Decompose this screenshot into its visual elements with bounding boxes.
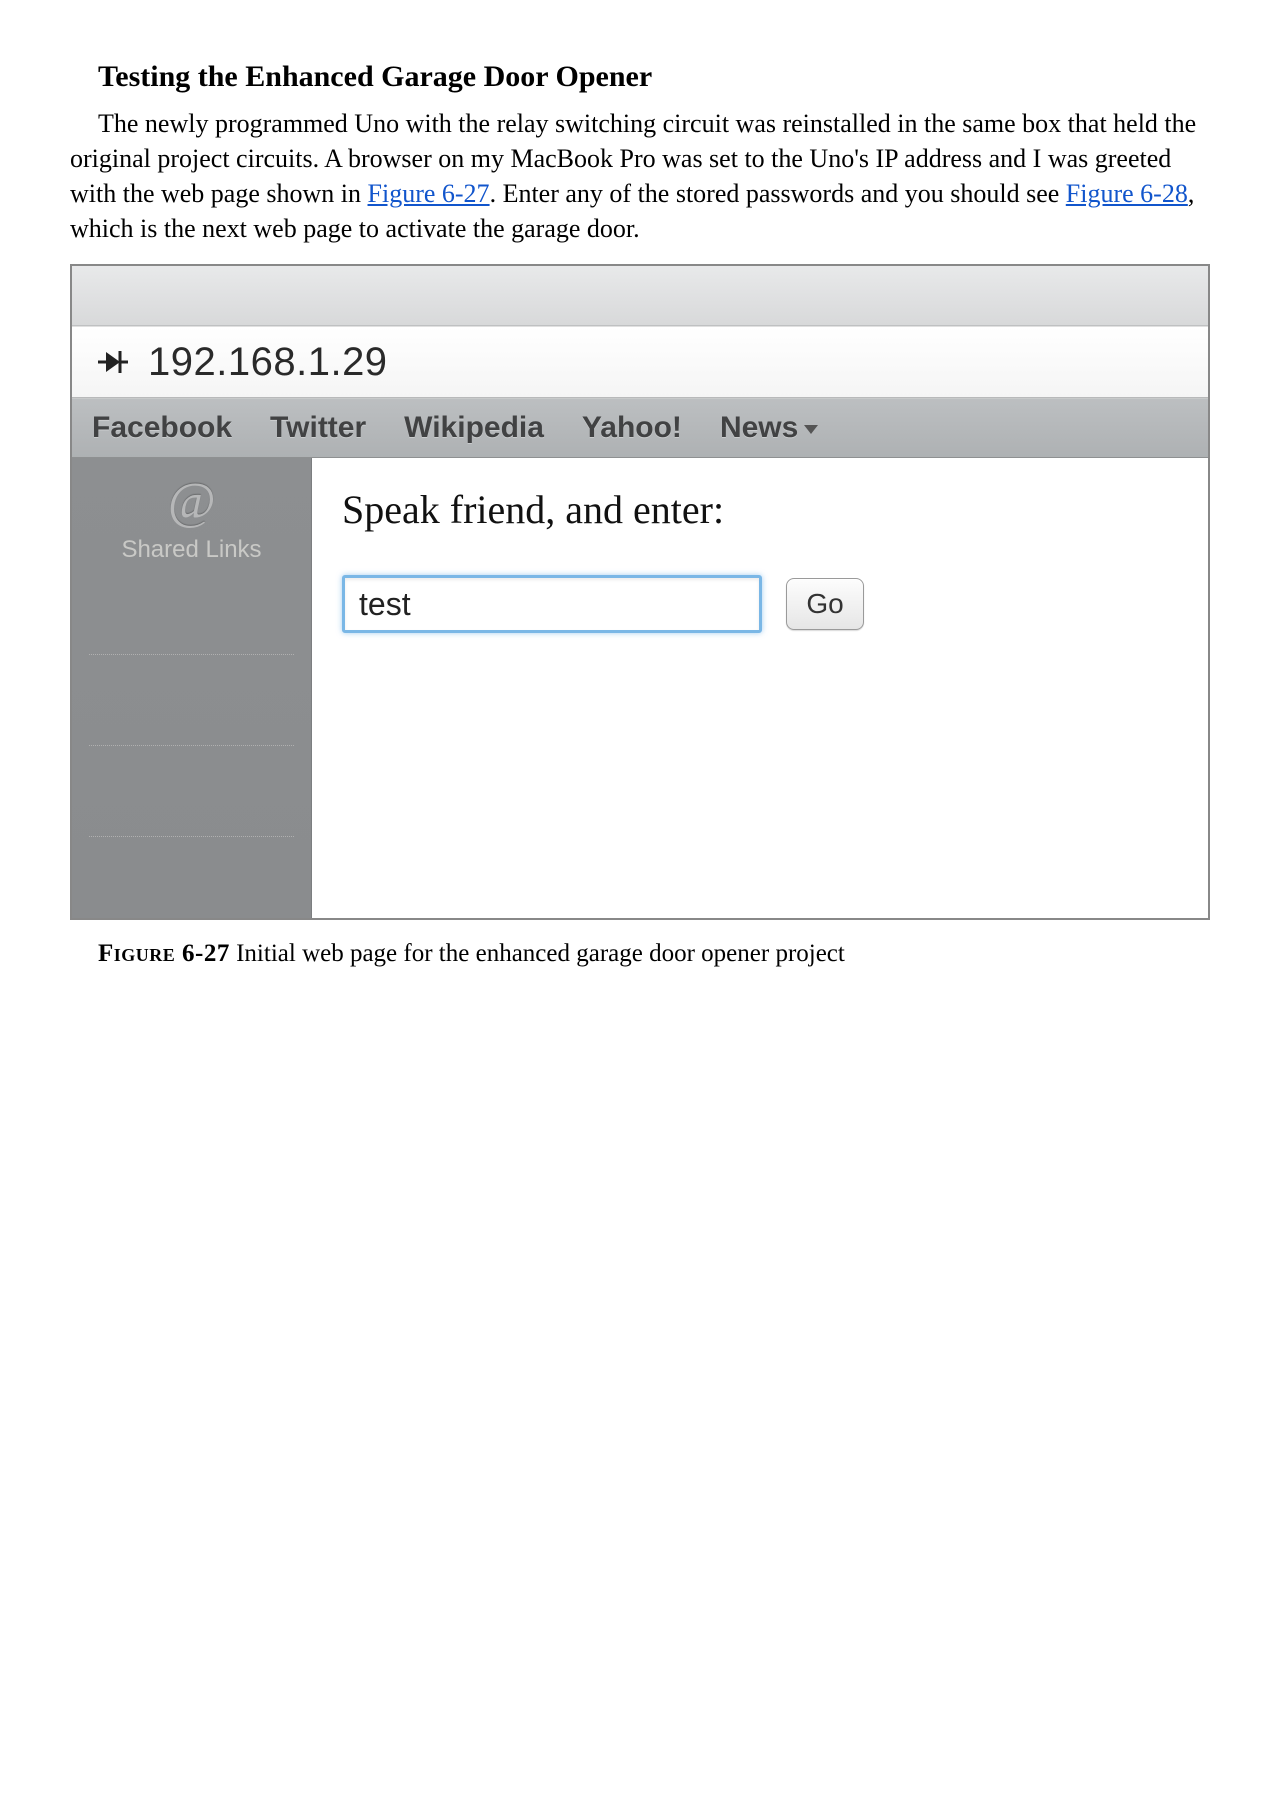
bookmark-wikipedia[interactable]: Wikipedia	[404, 411, 544, 445]
at-icon: @	[168, 476, 216, 528]
browser-url-bar[interactable]: 192.168.1.29	[72, 326, 1208, 398]
bookmark-yahoo[interactable]: Yahoo!	[582, 411, 682, 445]
bookmark-news[interactable]: News	[720, 411, 818, 445]
embedded-web-page: Speak friend, and enter: Go	[312, 458, 1208, 918]
chevron-down-icon	[804, 425, 818, 434]
bookmark-twitter[interactable]: Twitter	[270, 411, 366, 445]
section-heading: Testing the Enhanced Garage Door Opener	[98, 60, 1210, 94]
bookmark-news-label: News	[720, 411, 798, 444]
password-form-row: Go	[342, 575, 1178, 633]
sidebar-separator	[89, 654, 295, 655]
url-text: 192.168.1.29	[148, 340, 388, 385]
figure-number: Figure 6-27	[98, 940, 230, 967]
paragraph-segment-2: . Enter any of the stored passwords and …	[490, 179, 1066, 208]
browser-toolbar-top	[72, 266, 1208, 326]
figure-caption-text: Initial web page for the enhanced garage…	[230, 940, 845, 967]
figure-link-6-27[interactable]: Figure 6-27	[368, 179, 490, 208]
sidebar-separator	[89, 836, 295, 837]
site-icon	[96, 345, 130, 379]
bookmark-facebook[interactable]: Facebook	[92, 411, 232, 445]
password-input[interactable]	[342, 575, 762, 633]
figure-caption: Figure 6-27 Initial web page for the enh…	[70, 940, 1210, 968]
sidebar-shared-links-label: Shared Links	[121, 536, 261, 564]
go-button[interactable]: Go	[786, 578, 864, 630]
browser-sidebar: @ Shared Links	[72, 458, 312, 918]
bookmark-bar: Facebook Twitter Wikipedia Yahoo! News	[72, 398, 1208, 458]
browser-content: @ Shared Links Speak friend, and enter: …	[72, 458, 1208, 918]
figure-6-27-screenshot: 192.168.1.29 Facebook Twitter Wikipedia …	[70, 264, 1210, 920]
sidebar-separator	[89, 745, 295, 746]
body-paragraph: The newly programmed Uno with the relay …	[70, 106, 1210, 246]
password-prompt-text: Speak friend, and enter:	[342, 486, 1178, 533]
figure-link-6-28[interactable]: Figure 6-28	[1066, 179, 1188, 208]
